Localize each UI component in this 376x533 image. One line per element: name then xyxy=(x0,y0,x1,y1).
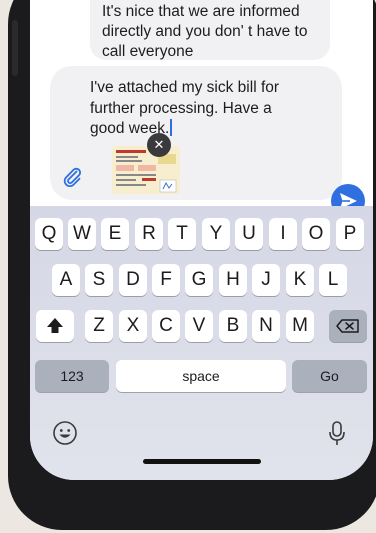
attachment-thumbnail[interactable] xyxy=(112,146,180,194)
key-p[interactable]: P xyxy=(336,218,364,250)
previous-message-bubble: Very good! That was really fast. It's ni… xyxy=(90,0,330,60)
key-z[interactable]: Z xyxy=(85,310,113,342)
key-j[interactable]: J xyxy=(252,264,280,296)
previous-message-text: Very good! That was really fast. It's ni… xyxy=(102,3,308,60)
numbers-key[interactable]: 123 xyxy=(35,360,109,392)
key-v[interactable]: V xyxy=(185,310,213,342)
message-input[interactable]: I've attached my sick bill for further p… xyxy=(90,78,300,140)
key-h[interactable]: H xyxy=(219,264,247,296)
attach-button[interactable] xyxy=(60,165,84,189)
key-o[interactable]: O xyxy=(302,218,330,250)
key-d[interactable]: D xyxy=(119,264,147,296)
phone-frame: Very good! That was really fast. It's ni… xyxy=(8,0,376,530)
home-indicator[interactable] xyxy=(143,459,261,464)
key-w[interactable]: W xyxy=(68,218,96,250)
key-x[interactable]: X xyxy=(119,310,147,342)
shift-key[interactable] xyxy=(36,310,74,342)
key-l[interactable]: L xyxy=(319,264,347,296)
go-key[interactable]: Go xyxy=(292,360,367,392)
key-m[interactable]: M xyxy=(286,310,314,342)
key-t[interactable]: T xyxy=(168,218,196,250)
remove-attachment-button[interactable]: ✕ xyxy=(147,133,171,157)
close-icon: ✕ xyxy=(153,137,165,152)
key-a[interactable]: A xyxy=(52,264,80,296)
key-r[interactable]: R xyxy=(135,218,163,250)
key-f[interactable]: F xyxy=(152,264,180,296)
keyboard: Q W E R T Y U I O P A S D F G H J K L Z … xyxy=(30,206,373,480)
emoji-icon xyxy=(53,421,77,445)
key-c[interactable]: C xyxy=(152,310,180,342)
key-k[interactable]: K xyxy=(286,264,314,296)
key-s[interactable]: S xyxy=(85,264,113,296)
backspace-key[interactable] xyxy=(329,310,367,342)
key-i[interactable]: I xyxy=(269,218,297,250)
key-q[interactable]: Q xyxy=(35,218,63,250)
key-g[interactable]: G xyxy=(185,264,213,296)
emoji-button[interactable] xyxy=(52,420,78,451)
screen: Very good! That was really fast. It's ni… xyxy=(30,0,373,480)
message-input-text: I've attached my sick bill for further p… xyxy=(90,79,280,137)
key-n[interactable]: N xyxy=(252,310,280,342)
paperclip-icon xyxy=(63,167,82,188)
key-e[interactable]: E xyxy=(101,218,129,250)
space-key[interactable]: space xyxy=(116,360,286,392)
key-y[interactable]: Y xyxy=(202,218,230,250)
message-compose-box[interactable]: I've attached my sick bill for further p… xyxy=(50,66,342,200)
dictation-button[interactable] xyxy=(327,420,347,453)
key-u[interactable]: U xyxy=(235,218,263,250)
sick-bill-preview xyxy=(112,146,180,194)
microphone-icon xyxy=(329,421,345,445)
backspace-icon xyxy=(336,319,359,333)
side-button xyxy=(12,20,18,76)
key-b[interactable]: B xyxy=(219,310,247,342)
text-cursor xyxy=(170,119,173,136)
shift-icon xyxy=(47,318,63,333)
